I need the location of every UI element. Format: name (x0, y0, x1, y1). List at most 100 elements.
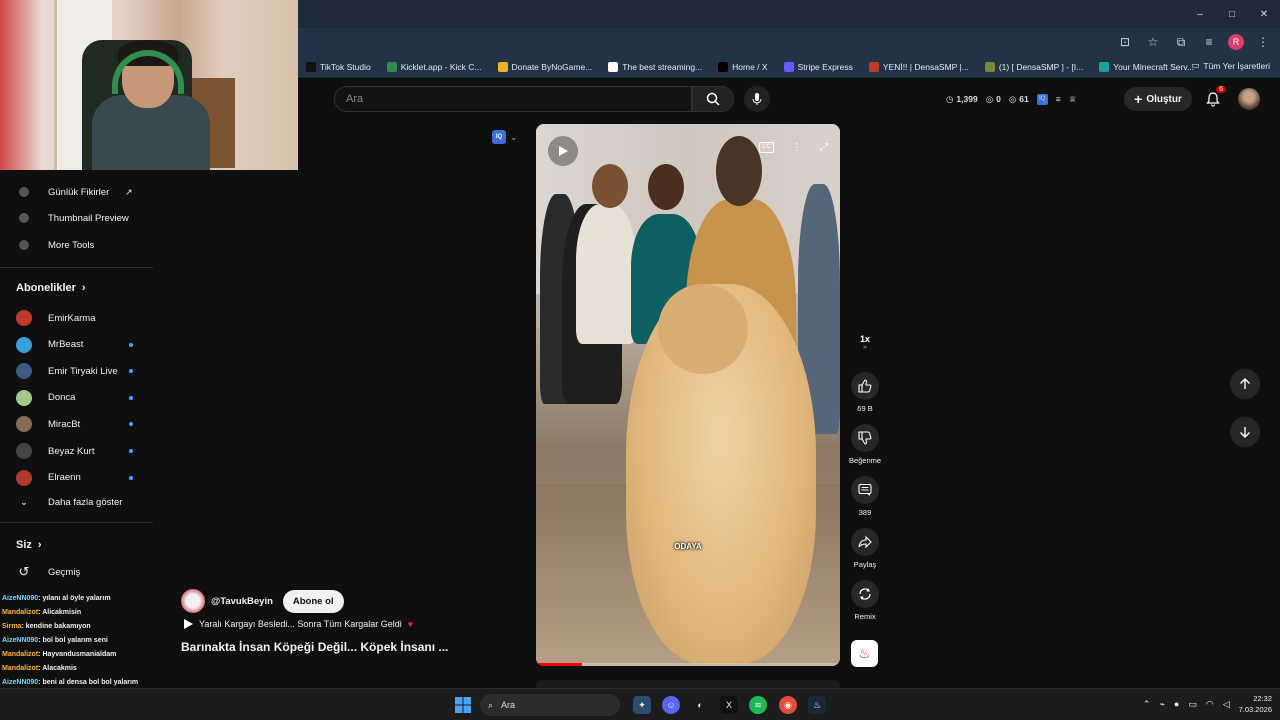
spotify-icon[interactable]: ≋ (749, 696, 767, 714)
next-short-button[interactable] (1230, 417, 1260, 447)
search-icon: ⌕ (488, 699, 494, 710)
star-icon[interactable]: ☆ (1144, 32, 1162, 52)
chat-user: AizeNN090 (2, 679, 39, 686)
all-bookmarks-button[interactable]: ▭ Tüm Yer İşaretleri (1191, 60, 1270, 71)
bookmark-item[interactable]: TikTok Studio (306, 61, 371, 72)
network-icon[interactable]: ⌁ (1159, 699, 1164, 710)
mic-icon[interactable]: ● (1174, 699, 1179, 709)
bookmark-label: (1) [ DensaSMP ] - [I... (998, 61, 1084, 72)
you-header[interactable]: Siz › (16, 539, 42, 551)
sidebar-item-label: Geçmiş (48, 566, 81, 578)
wifi-icon[interactable]: ◠ (1206, 699, 1214, 710)
close-button[interactable]: ✕ (1248, 0, 1280, 28)
subscription-item[interactable]: Beyaz Kurt (0, 439, 150, 463)
bookmark-item[interactable]: The best streaming... (608, 61, 702, 72)
obs-icon[interactable]: ◐ (691, 696, 709, 714)
related-video-link[interactable]: Yaralı Kargayı Besledi... Sonra Tüm Karg… (183, 619, 413, 629)
trophy-icon[interactable]: ♕ (1069, 94, 1077, 105)
bookmark-item[interactable]: Home / X (718, 61, 768, 72)
volume-icon[interactable]: ◁ (1223, 699, 1230, 710)
remix-button[interactable]: Remix (846, 580, 884, 621)
fullscreen-icon[interactable]: ⤢ (820, 142, 828, 153)
play-button[interactable] (548, 136, 578, 166)
channel-name[interactable]: @TavukBeyin (211, 596, 273, 607)
video-person (576, 204, 636, 344)
speed-button[interactable]: 1x » (846, 334, 884, 351)
subscription-item[interactable]: EmirKarma (0, 306, 150, 330)
dislike-button[interactable]: Beğenme (846, 424, 884, 465)
channel-avatar-icon (16, 416, 32, 433)
bell-icon (1206, 91, 1220, 106)
chat-message: AizeNN090: bol bol yalarım seni (2, 637, 108, 644)
subscription-item[interactable]: MrBeast (0, 333, 150, 357)
subscription-name: Donca (48, 392, 76, 404)
chat-user: Sirma (2, 623, 22, 630)
clock[interactable]: 22:32 7.03.2026 (1239, 693, 1272, 715)
minimize-button[interactable]: – (1184, 0, 1216, 28)
display-icon[interactable]: ▭ (1188, 699, 1197, 710)
share-button[interactable]: Paylaş (846, 528, 884, 569)
video-progress-bar[interactable] (536, 663, 840, 666)
like-button[interactable]: 69 B (846, 372, 884, 413)
channel-avatar-icon (16, 443, 32, 459)
views-stat: ◷ 1,399 (946, 94, 978, 105)
bookmark-label: Kicklet.app - Kick C... (400, 61, 482, 72)
bookmark-item[interactable]: Kicklet.app - Kick C... (386, 61, 482, 72)
sidebar-item-history[interactable]: ↺ Geçmiş (0, 560, 150, 584)
video-title[interactable]: Barınakta İnsan Köpeği Değil... Köpek İn… (181, 640, 448, 654)
bookmark-item[interactable]: Donate ByNoGame... (497, 61, 592, 72)
discord-icon[interactable]: ☺ (662, 696, 680, 714)
menu-icon[interactable]: ⋮ (1254, 32, 1272, 52)
notifications-button[interactable]: 6 (1202, 86, 1226, 110)
subscriptions-header[interactable]: Abonelikler › (16, 282, 86, 294)
bookmark-item[interactable]: Your Minecraft Serv... (1099, 61, 1194, 72)
subscription-item[interactable]: Elraenn (0, 466, 150, 490)
search-button[interactable] (692, 86, 734, 112)
windows-start-icon[interactable] (454, 696, 472, 714)
channel-avatar[interactable] (181, 589, 205, 613)
profile-icon[interactable]: R (1228, 34, 1244, 50)
folder-icon: ▭ (1191, 60, 1200, 70)
voice-search-button[interactable] (744, 86, 770, 112)
chat-user: Mandalizot (2, 651, 39, 658)
account-avatar[interactable] (1238, 88, 1260, 110)
subscription-item[interactable]: MiracBt (0, 412, 150, 436)
sidebar-item-thumbnail-preview[interactable]: Thumbnail Preview (0, 206, 150, 230)
show-more-label: Daha fazla göster (48, 496, 123, 508)
taskbar-search[interactable]: ⌕ Ara (480, 694, 620, 716)
steam-icon[interactable]: ♨ (808, 696, 826, 714)
search-input[interactable]: Ara (334, 86, 692, 112)
chrome-icon[interactable]: ◉ (779, 696, 797, 714)
comments-button[interactable]: 389 (846, 476, 884, 517)
sidebar-item-gunluk-fikirler[interactable]: Günlük Fikirler ↗ (0, 180, 150, 204)
media-icon[interactable]: ≡ (1200, 32, 1218, 52)
bookmark-favicon-icon (306, 61, 316, 72)
vidiq-player-tag[interactable]: IQ ⌄ (492, 130, 518, 144)
clock-date: 7.03.2026 (1238, 705, 1272, 714)
subscription-name: MrBeast (48, 339, 84, 351)
subscribe-button[interactable]: Abone ol (282, 589, 344, 613)
more-options-icon[interactable]: ⋮ (792, 142, 802, 153)
app-icon-1[interactable]: ✦ (633, 696, 651, 714)
chevron-up-icon[interactable]: ⌃ (1143, 699, 1151, 710)
vidiq-icon[interactable]: IQ (1036, 93, 1048, 105)
maximize-button[interactable]: □ (1216, 0, 1248, 28)
create-button[interactable]: + Oluştur (1124, 87, 1192, 111)
bookmark-item[interactable]: Stripe Express (783, 61, 853, 72)
subscription-item[interactable]: Emir Tiryaki Live (0, 359, 150, 383)
chat-user: Mandalizot (2, 609, 39, 616)
short-video-player[interactable]: CC ⋮ ⤢ ODAYA (536, 124, 840, 666)
bookmark-item[interactable]: (1) [ DensaSMP ] - [I... (984, 61, 1084, 72)
captions-icon[interactable]: CC (759, 142, 774, 153)
x-icon[interactable]: X (720, 696, 738, 714)
previous-short-button[interactable] (1230, 369, 1260, 399)
extensions-icon[interactable]: ⧉ (1172, 32, 1190, 52)
sidebar-item-more-tools[interactable]: More Tools (0, 233, 150, 257)
arrow-up-icon (1240, 378, 1250, 389)
bookmark-item[interactable]: YENİ!! | DensaSMP |... (868, 61, 969, 72)
install-icon[interactable]: ⊡ (1116, 32, 1134, 52)
sound-thumbnail[interactable]: ♨ (851, 640, 878, 667)
list-icon[interactable]: ≡ (1056, 94, 1061, 104)
show-more-button[interactable]: ⌄ Daha fazla göster (0, 490, 150, 514)
subscription-item[interactable]: Donca (0, 386, 150, 410)
